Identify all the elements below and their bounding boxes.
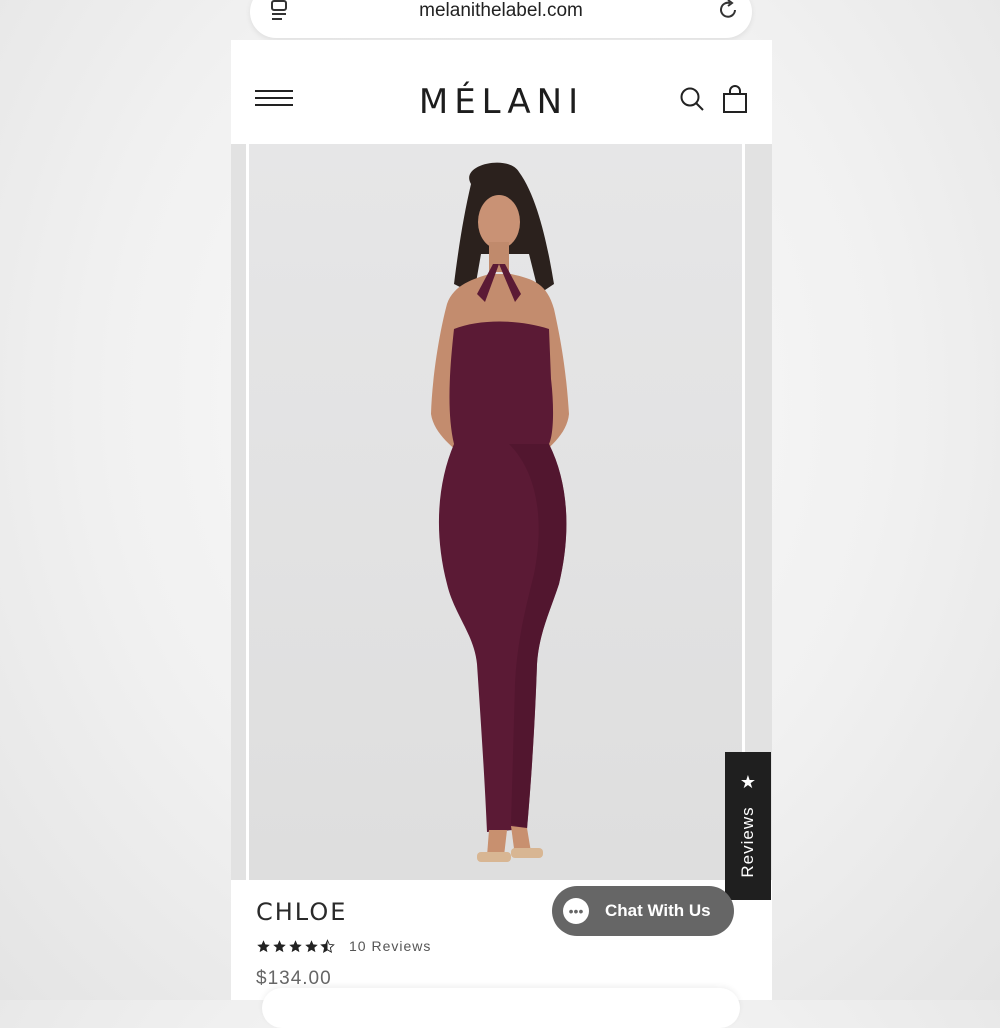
model-in-dress-image xyxy=(431,162,569,862)
review-count-link[interactable]: 10 Reviews xyxy=(349,938,431,954)
reviews-side-tab[interactable]: ★ Reviews xyxy=(725,752,771,900)
url-text[interactable]: melanithelabel.com xyxy=(250,0,752,22)
shopping-bag-icon[interactable] xyxy=(721,84,749,114)
reviews-tab-label: Reviews xyxy=(738,806,757,878)
product-rating[interactable]: 10 Reviews xyxy=(256,937,431,955)
bottom-toolbar[interactable] xyxy=(262,988,740,1028)
star-full-icon xyxy=(273,939,286,952)
product-image-gallery[interactable] xyxy=(231,144,772,880)
site-header: MÉLANI xyxy=(231,40,772,144)
product-title: CHLOE xyxy=(256,898,348,926)
chat-bubble-icon: ••• xyxy=(563,898,589,924)
browser-url-bar[interactable]: melanithelabel.com xyxy=(250,0,752,38)
star-full-icon xyxy=(289,939,302,952)
product-price: $134.00 xyxy=(256,968,332,989)
reload-icon[interactable] xyxy=(718,0,740,22)
star-full-icon xyxy=(305,939,318,952)
product-image[interactable] xyxy=(246,144,745,880)
rating-stars xyxy=(256,938,335,954)
chat-button-label: Chat With Us xyxy=(605,901,711,920)
chat-with-us-button[interactable]: ••• Chat With Us xyxy=(552,886,734,936)
mobile-page: MÉLANI CHLOE 10 Reviews $134.00 xyxy=(231,40,772,1000)
star-icon: ★ xyxy=(739,772,757,792)
search-icon[interactable] xyxy=(679,86,705,112)
star-half-icon xyxy=(320,938,335,953)
star-full-icon xyxy=(257,939,270,952)
